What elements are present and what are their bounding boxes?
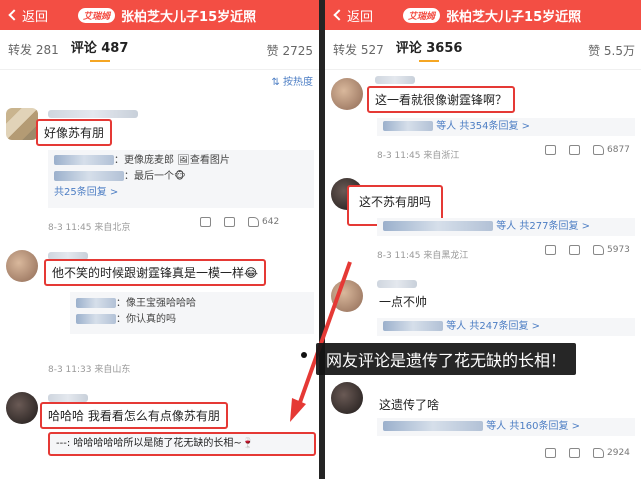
video-caption: 网友评论是遗传了花无缺的长相！ [316, 343, 577, 375]
arrow-shaft [296, 261, 352, 409]
arrow-head [290, 398, 306, 422]
bullet-dot [301, 352, 307, 358]
red-arrow-overlay [290, 261, 352, 422]
